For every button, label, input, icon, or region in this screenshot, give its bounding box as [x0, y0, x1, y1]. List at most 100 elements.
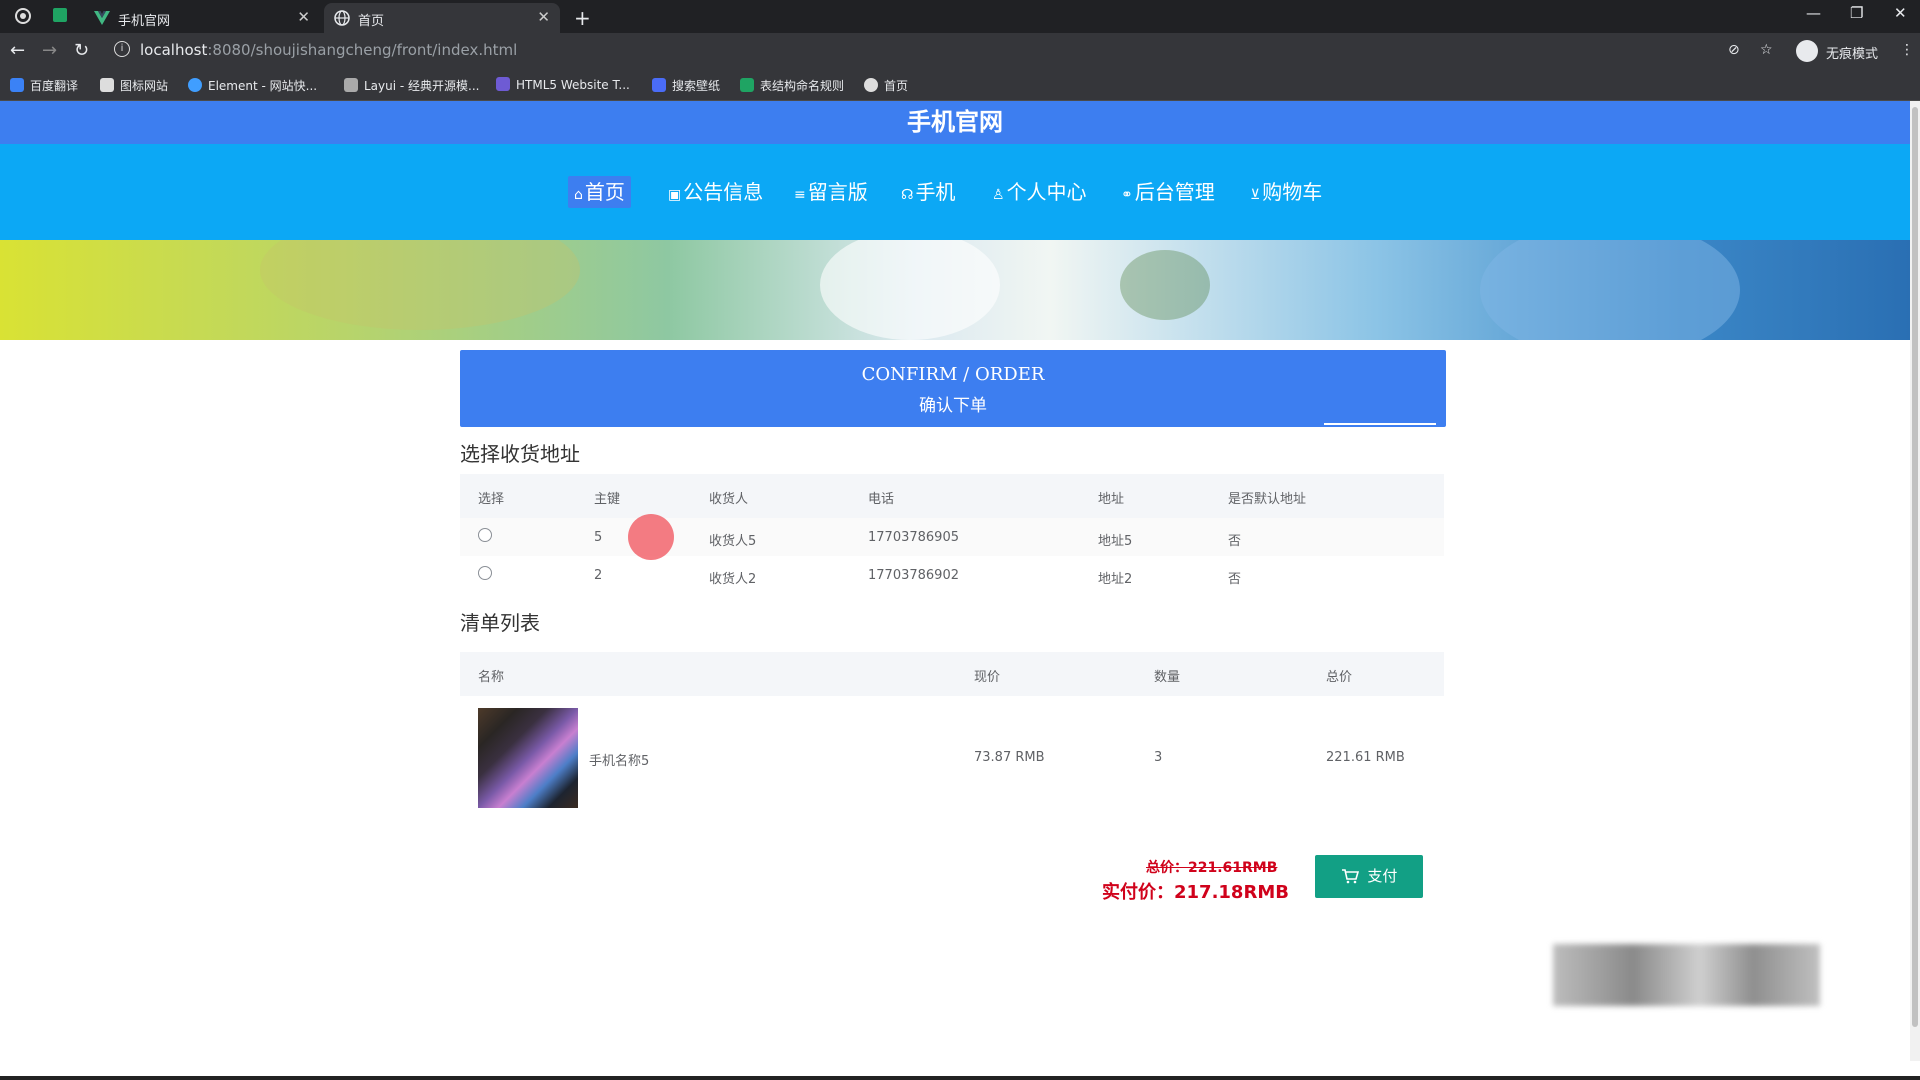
info-icon[interactable]: i	[114, 41, 130, 57]
site-title: 手机官网	[0, 101, 1910, 144]
title-underline	[1324, 423, 1436, 425]
browser-menu-icon[interactable]	[14, 7, 32, 25]
blurred-watermark	[1553, 944, 1820, 1006]
table-header: 名称 现价 数量 总价	[460, 652, 1444, 696]
nav-phone[interactable]: ☊ 手机	[895, 176, 961, 208]
bookmark-item[interactable]: Element - 网站快...	[188, 77, 317, 94]
address-radio[interactable]	[478, 528, 492, 542]
bookmark-item[interactable]: 图标网站	[100, 77, 168, 94]
nav-admin[interactable]: ⚭ 后台管理	[1115, 176, 1221, 208]
more-icon[interactable]: ⋮	[1900, 42, 1914, 58]
browser-toolbar: ← → ↻ i localhost:8080/shoujishangcheng/…	[0, 33, 1920, 69]
paid-total: 实付价：217.18RMB	[1102, 882, 1289, 903]
close-icon[interactable]: ✕	[297, 8, 310, 26]
reload-icon[interactable]: ↻	[74, 40, 89, 61]
close-icon[interactable]: ✕	[537, 8, 550, 26]
product-qty: 3	[1154, 750, 1163, 765]
cart-icon	[1341, 867, 1368, 885]
page-scrollbar[interactable]	[1910, 101, 1920, 1061]
nav-cart[interactable]: ⊻ 购物车	[1244, 176, 1328, 208]
column-header: 收货人	[709, 492, 749, 507]
click-indicator	[628, 514, 674, 560]
product-name: 手机名称5	[589, 754, 650, 769]
cart-section-title: 清单列表	[460, 611, 540, 635]
nav-message-board[interactable]: ≡ 留言版	[788, 176, 874, 208]
url-text[interactable]: localhost:8080/shoujishangcheng/front/in…	[140, 41, 517, 59]
tab-home[interactable]: 首页 ✕	[324, 3, 560, 33]
address-id: 2	[594, 568, 603, 583]
bookmarks-bar: 百度翻译 图标网站 Element - 网站快... Layui - 经典开源模…	[0, 69, 1920, 101]
incognito-label: 无痕模式	[1826, 47, 1879, 62]
vue-icon	[94, 10, 110, 26]
bookmark-item[interactable]: Layui - 经典开源模...	[344, 77, 479, 94]
bookmark-item[interactable]: HTML5 Website T...	[496, 77, 630, 92]
minimize-icon[interactable]: —	[1806, 4, 1821, 22]
column-header: 总价	[1326, 670, 1353, 685]
address-receiver: 收货人5	[709, 534, 757, 549]
address-phone: 17703786905	[868, 530, 959, 545]
notice-icon: ▣	[668, 187, 682, 203]
address-text: 地址2	[1098, 572, 1133, 587]
tab-title: 手机官网	[118, 14, 171, 29]
tab-title: 首页	[358, 14, 385, 29]
address-receiver: 收货人2	[709, 572, 757, 587]
forward-icon[interactable]: →	[42, 40, 57, 61]
confirm-order-banner: CONFIRM / ORDER 确认下单	[460, 350, 1446, 427]
bookmark-item[interactable]: 首页	[864, 77, 908, 94]
new-tab-icon[interactable]: +	[574, 6, 591, 30]
original-total: 总价：221.61RMB	[1146, 860, 1278, 876]
main-nav: ⌂ 首页 ▣ 公告信息 ≡ 留言版 ☊ 手机 ♙ 个人中心 ⚭ 后台管理 ⊻ 购物车	[0, 144, 1910, 240]
address-id: 5	[594, 530, 603, 545]
link-icon: ⚭	[1121, 187, 1133, 203]
incognito-icon[interactable]	[1796, 40, 1818, 62]
message-icon: ≡	[794, 187, 806, 203]
eye-off-icon[interactable]: ⊘	[1728, 42, 1740, 58]
phone-icon: ☊	[901, 187, 914, 203]
address-bar[interactable]: i localhost:8080/shoujishangcheng/front/…	[110, 37, 1750, 65]
address-phone: 17703786902	[868, 568, 959, 583]
bookmark-item[interactable]: 表结构命名规则	[740, 77, 844, 94]
home-icon: ⌂	[574, 187, 583, 203]
column-header: 选择	[478, 492, 505, 507]
user-icon: ♙	[992, 187, 1005, 203]
bookmark-item[interactable]: 百度翻译	[10, 77, 78, 94]
nav-notice[interactable]: ▣ 公告信息	[662, 176, 769, 208]
restore-icon[interactable]: ❐	[1850, 4, 1863, 22]
table-row[interactable]: 5 收货人5 17703786905 地址5 否	[460, 518, 1444, 556]
product-total: 221.61 RMB	[1326, 750, 1405, 765]
tab-shop[interactable]: 手机官网 ✕	[84, 3, 320, 33]
column-header: 地址	[1098, 492, 1125, 507]
globe-icon	[334, 10, 350, 26]
browser-tab-bar: 手机官网 ✕ 首页 ✕ + — ❐ ✕	[0, 0, 1920, 33]
cart-icon: ⊻	[1250, 187, 1261, 203]
column-header: 主键	[594, 492, 621, 507]
scrollbar-thumb[interactable]	[1912, 107, 1918, 1027]
pinned-tab-icon[interactable]	[52, 7, 70, 25]
product-image[interactable]	[478, 708, 578, 808]
column-header: 名称	[478, 670, 505, 685]
pay-button[interactable]: 支付	[1315, 855, 1423, 898]
nav-user-center[interactable]: ♙ 个人中心	[986, 176, 1093, 208]
banner-image	[0, 240, 1910, 340]
column-header: 是否默认地址	[1228, 492, 1307, 507]
address-section-title: 选择收货地址	[460, 442, 580, 466]
star-icon[interactable]: ☆	[1760, 42, 1773, 58]
product-price: 73.87 RMB	[974, 750, 1045, 765]
bottom-strip	[0, 1076, 1920, 1080]
table-row[interactable]: 2 收货人2 17703786902 地址2 否	[460, 556, 1444, 594]
confirm-title-en: CONFIRM / ORDER	[861, 364, 1045, 385]
column-header: 数量	[1154, 670, 1181, 685]
address-radio[interactable]	[478, 566, 492, 580]
nav-home[interactable]: ⌂ 首页	[568, 176, 631, 208]
column-header: 现价	[974, 670, 1001, 685]
address-text: 地址5	[1098, 534, 1133, 549]
window-close-icon[interactable]: ✕	[1894, 4, 1907, 22]
address-default: 否	[1228, 572, 1242, 587]
confirm-title-zh: 确认下单	[919, 396, 987, 416]
address-default: 否	[1228, 534, 1242, 549]
table-header: 选择 主键 收货人 电话 地址 是否默认地址	[460, 474, 1444, 518]
column-header: 电话	[868, 492, 895, 507]
bookmark-item[interactable]: 搜索壁纸	[652, 77, 720, 94]
back-icon[interactable]: ←	[10, 40, 25, 61]
table-row: 手机名称5 73.87 RMB 3 221.61 RMB	[460, 696, 1444, 820]
